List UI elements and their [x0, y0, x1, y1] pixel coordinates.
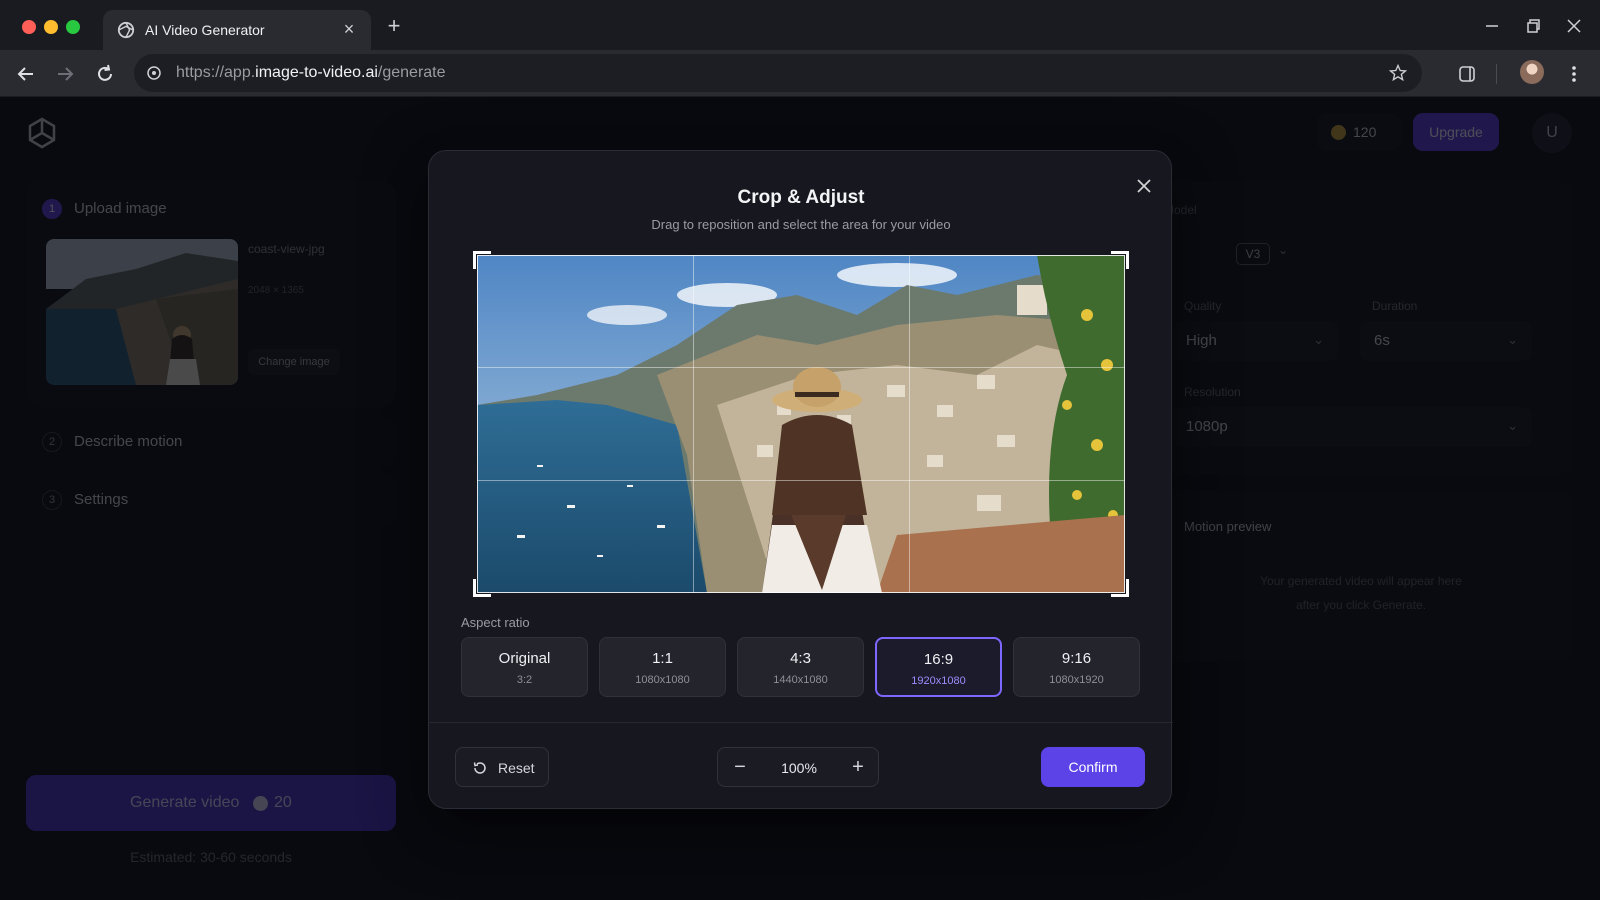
browser-tab[interactable]: AI Video Generator ×: [103, 10, 371, 50]
bookmark-star-icon[interactable]: [1388, 63, 1408, 83]
window-minimize-dot[interactable]: [44, 20, 58, 34]
zoom-out-button[interactable]: −: [718, 748, 762, 786]
close-icon[interactable]: [1133, 175, 1155, 197]
aspect-ratio-label: Aspect ratio: [461, 615, 530, 630]
window-maximize-dot[interactable]: [66, 20, 80, 34]
forward-icon[interactable]: [53, 62, 77, 86]
modal-divider: [429, 722, 1173, 723]
tab-title: AI Video Generator: [145, 22, 265, 38]
aspect-option-16-9[interactable]: 16:9 1920x1080: [875, 637, 1002, 697]
app-favicon-icon: [117, 21, 135, 39]
minimize-icon[interactable]: [1480, 14, 1504, 38]
confirm-button[interactable]: Confirm: [1041, 747, 1145, 787]
zoom-in-button[interactable]: +: [836, 748, 880, 786]
reload-icon[interactable]: [93, 62, 117, 86]
tab-close-icon[interactable]: ×: [339, 19, 359, 40]
crop-frame[interactable]: [477, 255, 1125, 593]
modal-title: Crop & Adjust: [737, 187, 865, 208]
modal-subtitle: Drag to reposition and select the area f…: [651, 217, 951, 232]
crop-adjust-modal: Crop & Adjust Drag to reposition and sel…: [428, 150, 1173, 809]
crop-handle-top-right[interactable]: [1111, 251, 1129, 269]
crop-handle-top-left[interactable]: [473, 251, 491, 269]
reset-button[interactable]: Reset: [455, 747, 549, 787]
aspect-option-4-3[interactable]: 4:3 1440x1080: [737, 637, 864, 697]
window-close-dot[interactable]: [22, 20, 36, 34]
extensions-icon[interactable]: [1455, 62, 1479, 86]
zoom-value: 100%: [781, 760, 817, 776]
aspect-option-9-16[interactable]: 9:16 1080x1920: [1013, 637, 1140, 697]
site-info-icon[interactable]: [146, 65, 162, 81]
aspect-option-1-1[interactable]: 1:1 1080x1080: [599, 637, 726, 697]
menu-icon[interactable]: [1562, 62, 1586, 86]
zoom-control: − 100% +: [717, 747, 879, 787]
restore-icon[interactable]: [1521, 14, 1545, 38]
browser-tab-bar: AI Video Generator × +: [0, 0, 1600, 50]
url-text: https://app.image-to-video.ai/generate: [176, 64, 446, 81]
toolbar-divider: [1496, 64, 1497, 84]
reset-label: Reset: [498, 760, 535, 776]
crop-handle-bottom-right[interactable]: [1111, 579, 1129, 597]
reset-icon: [473, 762, 486, 774]
browser-toolbar: https://app.image-to-video.ai/generate: [0, 50, 1600, 97]
aspect-option-original[interactable]: Original 3:2: [461, 637, 588, 697]
crop-handle-bottom-left[interactable]: [473, 579, 491, 597]
address-bar[interactable]: https://app.image-to-video.ai/generate: [134, 54, 1422, 92]
close-window-icon[interactable]: [1562, 14, 1586, 38]
profile-avatar[interactable]: [1520, 60, 1544, 84]
back-icon[interactable]: [14, 62, 38, 86]
new-tab-icon[interactable]: +: [382, 15, 406, 37]
